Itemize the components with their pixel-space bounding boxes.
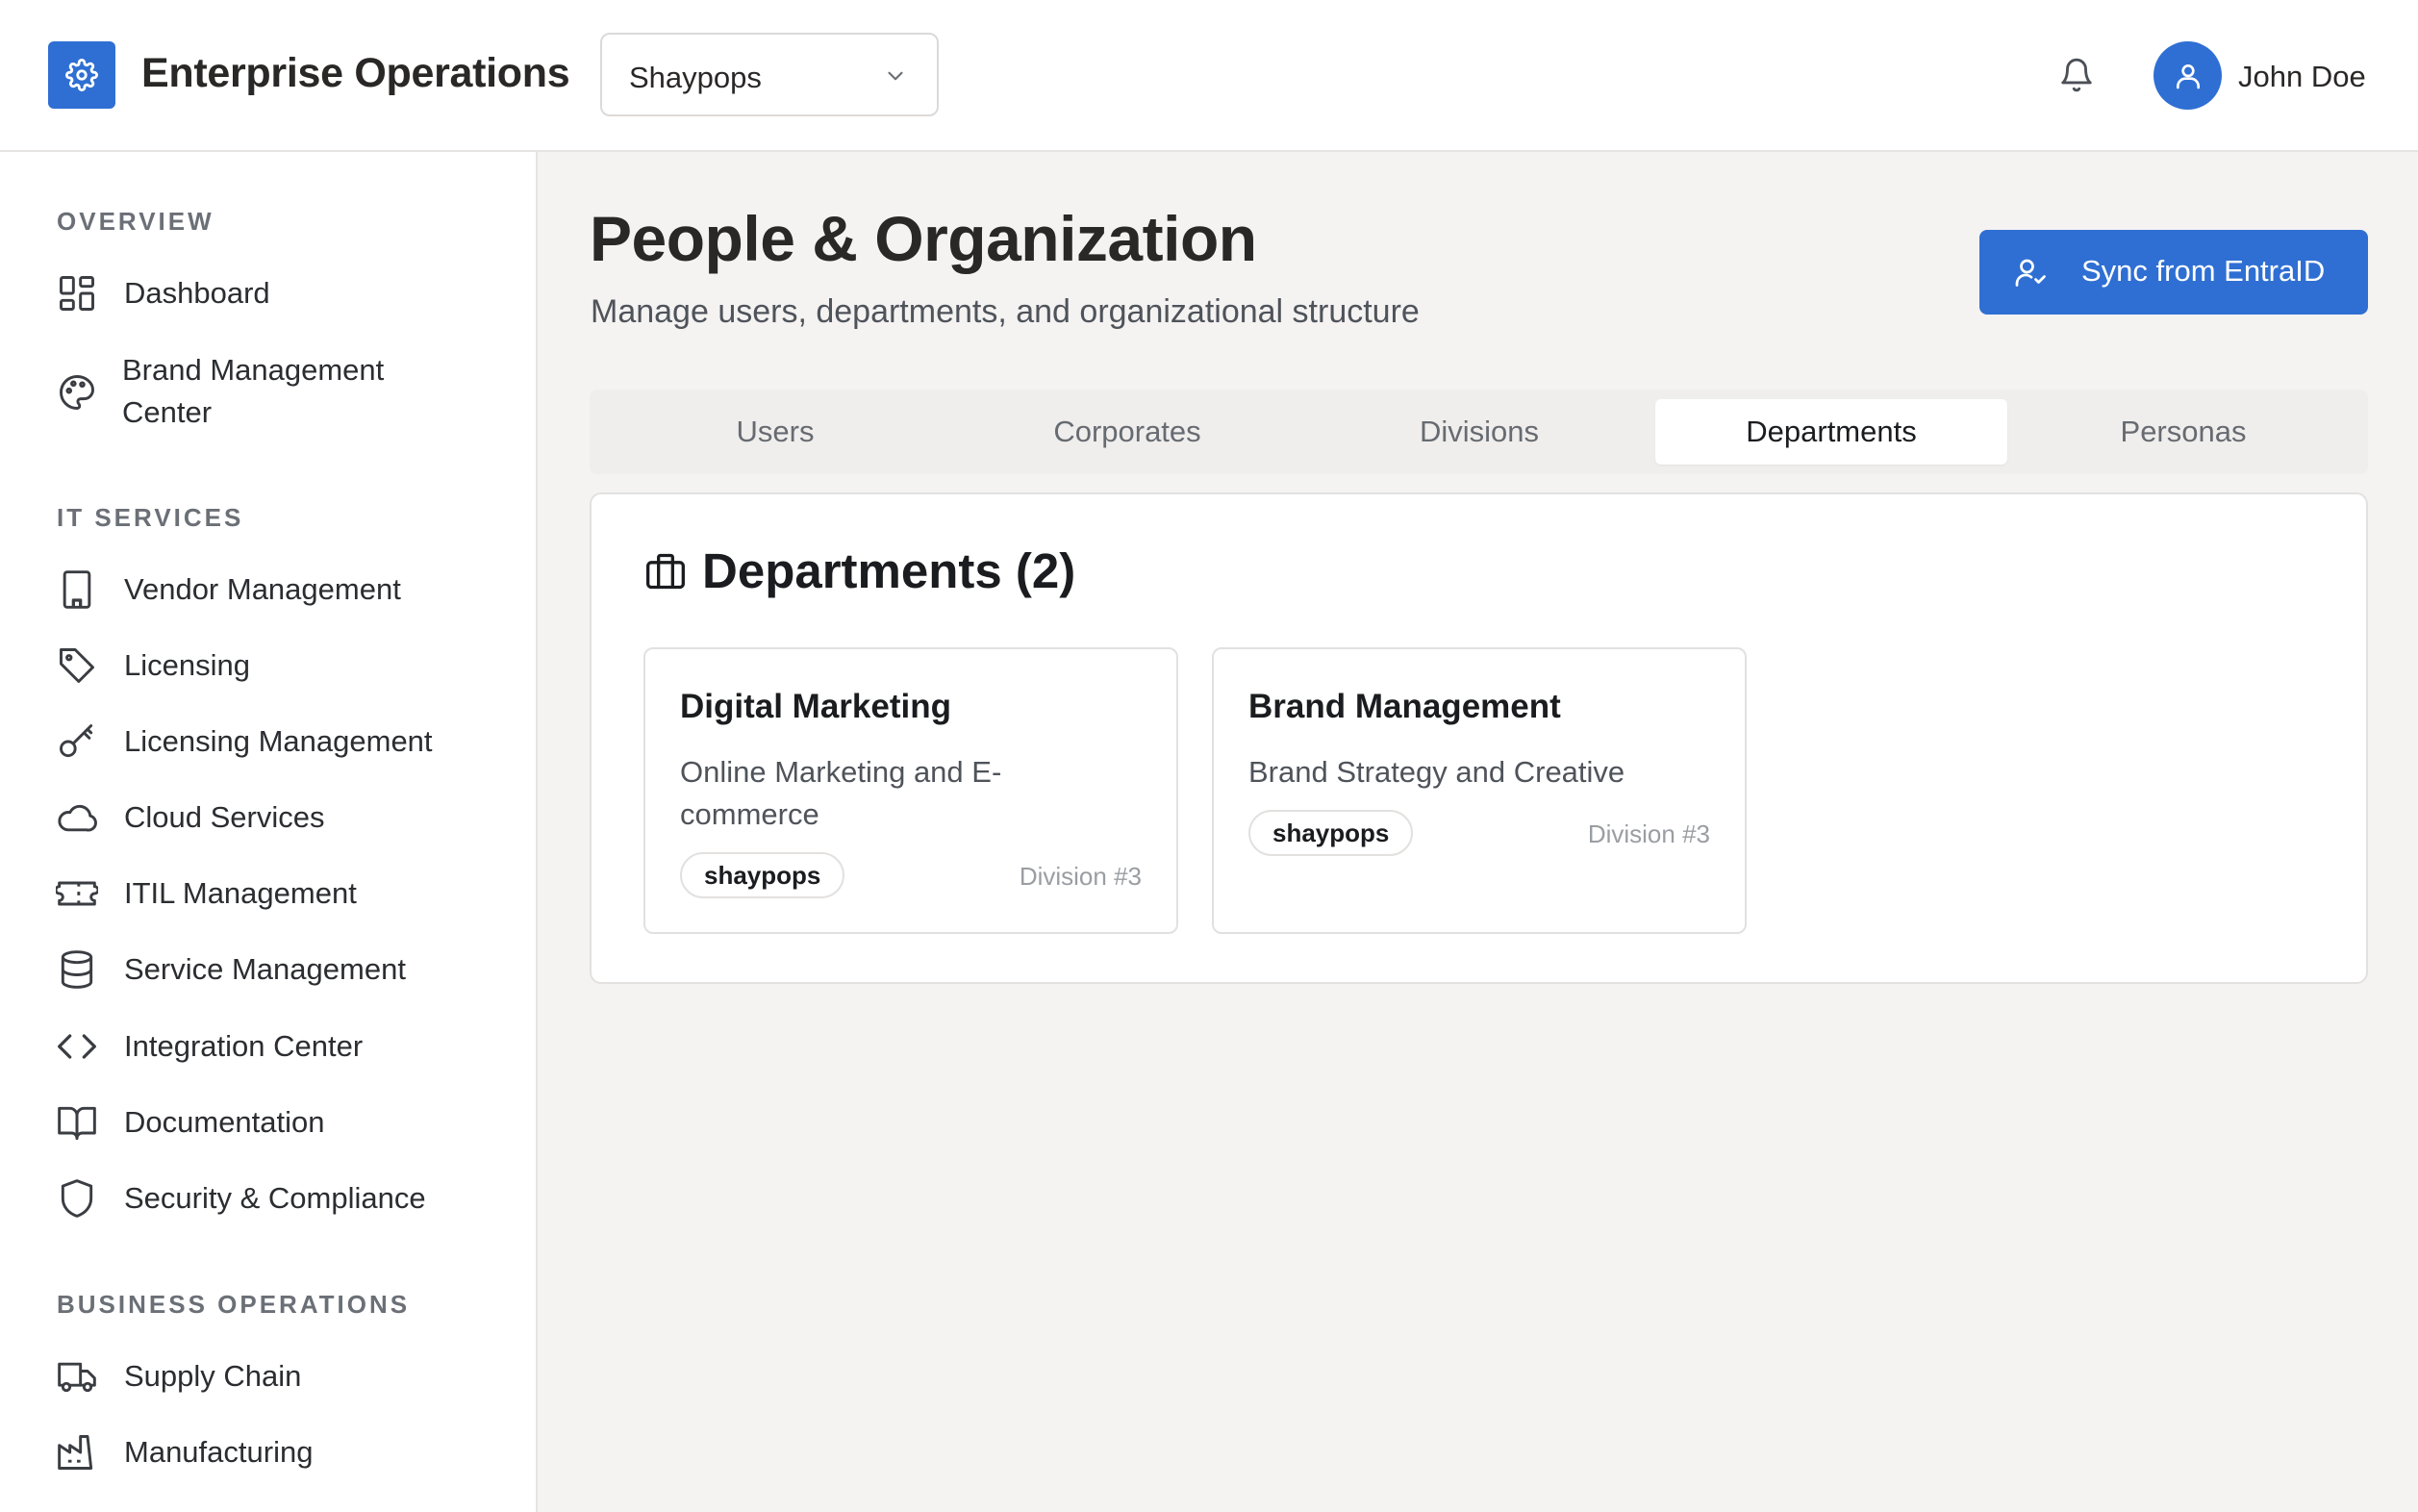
sidebar-item-documentation[interactable]: Documentation xyxy=(56,1101,508,1159)
cloud-icon xyxy=(58,804,97,832)
truck-icon xyxy=(58,1362,96,1393)
department-name: Brand Management xyxy=(1248,688,1561,725)
sidebar-item-label: Documentation xyxy=(124,1105,325,1139)
briefcase-icon xyxy=(646,553,685,590)
tab-personas[interactable]: Personas xyxy=(2007,399,2359,465)
factory-icon xyxy=(58,1435,93,1470)
corporate-badge: shaypops xyxy=(680,852,845,898)
sidebar-item-licensing-management[interactable]: Licensing Management xyxy=(56,720,508,778)
book-icon xyxy=(58,1106,96,1140)
dashboard-icon xyxy=(60,276,94,311)
sidebar-item-label: Service Management xyxy=(124,952,406,986)
sidebar-item-label: Integration Center xyxy=(124,1029,364,1063)
tab-divisions[interactable]: Divisions xyxy=(1303,399,1655,465)
sidebar-item-supply-chain[interactable]: Supply Chain xyxy=(56,1355,508,1413)
department-card[interactable]: Digital Marketing Online Marketing and E… xyxy=(643,647,1178,934)
user-icon xyxy=(2176,63,2200,88)
top-header: Enterprise Operations Shaypops John Doe xyxy=(0,0,2418,152)
sidebar-item-dashboard[interactable]: Dashboard xyxy=(56,272,508,330)
department-card[interactable]: Brand Management Brand Strategy and Crea… xyxy=(1212,647,1747,934)
sidebar-item-label: Security & Compliance xyxy=(124,1181,426,1215)
sidebar-item-itil-management[interactable]: ITIL Management xyxy=(56,872,508,930)
building-icon xyxy=(63,570,91,609)
ticket-icon xyxy=(56,881,98,906)
organization-select[interactable]: Shaypops xyxy=(600,33,939,116)
sidebar: OVERVIEW Dashboard Brand Management Cent… xyxy=(0,152,538,1512)
user-name[interactable]: John Doe xyxy=(2238,60,2366,94)
sidebar-item-integration-center[interactable]: Integration Center xyxy=(56,1025,508,1083)
bell-icon[interactable] xyxy=(2058,56,2095,94)
sidebar-item-label: ITIL Management xyxy=(124,876,357,910)
sidebar-section-overview: OVERVIEW xyxy=(57,207,214,236)
division-label: Division #3 xyxy=(1587,819,1710,848)
sync-from-entraid-button[interactable]: Sync from EntraID xyxy=(1979,230,2368,315)
page-title: People & Organization xyxy=(590,203,1257,274)
user-check-icon xyxy=(2015,259,2046,287)
organization-select-value: Shaypops xyxy=(629,61,762,94)
tab-bar: Users Corporates Divisions Departments P… xyxy=(590,390,2368,474)
sidebar-item-label: Licensing Management xyxy=(124,724,433,758)
sidebar-section-it-services: IT SERVICES xyxy=(57,503,244,532)
shield-icon xyxy=(61,1179,93,1218)
app-logo[interactable] xyxy=(48,41,115,109)
sidebar-item-vendor-management[interactable]: Vendor Management xyxy=(56,568,508,626)
palette-icon xyxy=(60,375,94,410)
gear-icon xyxy=(65,59,98,91)
chevron-down-icon xyxy=(888,71,903,81)
sidebar-item-licensing[interactable]: Licensing xyxy=(56,644,508,702)
panel-title: Departments (2) xyxy=(702,543,1076,598)
department-name: Digital Marketing xyxy=(680,688,951,725)
departments-panel: Departments (2) Digital Marketing Online… xyxy=(590,492,2368,984)
page-subtitle: Manage users, departments, and organizat… xyxy=(591,293,1420,330)
code-icon xyxy=(58,1034,96,1059)
sync-button-label: Sync from EntraID xyxy=(2081,254,2326,288)
corporate-badge: shaypops xyxy=(1248,810,1414,856)
department-description: Brand Strategy and Creative xyxy=(1248,755,1625,789)
sidebar-item-label: Licensing xyxy=(124,648,250,682)
division-label: Division #3 xyxy=(1019,862,1142,891)
key-icon xyxy=(60,724,93,758)
database-icon xyxy=(61,950,93,989)
sidebar-item-security-compliance[interactable]: Security & Compliance xyxy=(56,1177,508,1235)
sidebar-item-cloud-services[interactable]: Cloud Services xyxy=(56,796,508,854)
department-description: Online Marketing and E-commerce xyxy=(680,755,1002,831)
sidebar-item-label-line1: Brand Management xyxy=(122,353,385,387)
tab-corporates[interactable]: Corporates xyxy=(951,399,1303,465)
tab-departments[interactable]: Departments xyxy=(1655,399,2007,465)
sidebar-item-label: Dashboard xyxy=(124,276,270,310)
app-title: Enterprise Operations xyxy=(141,50,570,96)
sidebar-item-label: Manufacturing xyxy=(124,1435,314,1469)
sidebar-item-label: Cloud Services xyxy=(124,800,325,834)
tab-users[interactable]: Users xyxy=(599,399,951,465)
sidebar-item-manufacturing[interactable]: Manufacturing xyxy=(56,1431,508,1489)
sidebar-section-business-operations: BUSINESS OPERATIONS xyxy=(57,1290,411,1319)
sidebar-item-label-line2: Center xyxy=(122,395,213,429)
sidebar-item-label: Supply Chain xyxy=(124,1359,302,1393)
sidebar-item-brand-management-center[interactable]: Brand Management Center xyxy=(56,349,508,436)
sidebar-item-service-management[interactable]: Service Management xyxy=(56,948,508,1006)
avatar[interactable] xyxy=(2154,41,2222,110)
sidebar-item-label: Vendor Management xyxy=(124,572,401,606)
tag-icon xyxy=(60,648,94,683)
